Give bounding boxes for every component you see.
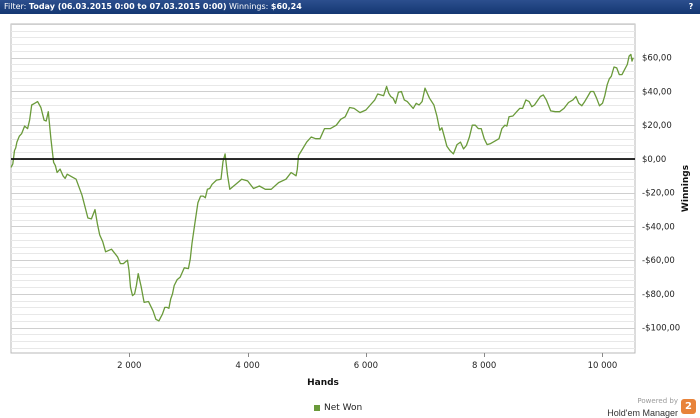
y-tick-label: $40,00 (642, 87, 672, 97)
legend-swatch (314, 405, 320, 411)
legend-label: Net Won (324, 403, 363, 413)
powered-by-block: Powered by Hold'em Manager (607, 396, 678, 418)
y-axis-title: Winnings (681, 165, 691, 212)
winnings-chart: $60,00 $40,00 $20,00 $0,00 -$20,00 -$40,00 -$6… (10, 23, 691, 388)
x-tick-label: 4 000 (235, 361, 259, 371)
filter-text: Filter: Today (06.03.2015 0:00 to 07.03.… (4, 0, 302, 14)
y-tick-label: $20,00 (642, 121, 672, 131)
chart-legend[interactable]: Net Won (314, 403, 362, 413)
x-tick-label: 10 000 (588, 361, 618, 371)
x-axis-title: Hands (307, 378, 339, 388)
plot-area (10, 23, 636, 354)
y-tick-label: -$60,00 (642, 256, 675, 266)
y-tick-label: $60,00 (642, 54, 672, 64)
y-tick-label: $0,00 (642, 155, 666, 165)
x-tick-label: 6 000 (354, 361, 378, 371)
y-tick-label: -$100,00 (642, 324, 680, 334)
help-icon[interactable]: ? (686, 2, 696, 12)
filter-label: Filter: (4, 2, 27, 11)
x-tick-label: 2 000 (117, 361, 141, 371)
filter-value: Today (06.03.2015 0:00 to 07.03.2015 0:0… (28, 2, 227, 11)
brand-name: Hold'em Manager (607, 408, 678, 418)
x-tick-label: 8 000 (472, 361, 496, 371)
winnings-value: $60,24 (270, 2, 302, 11)
filter-bar: Filter: Today (06.03.2015 0:00 to 07.03.… (0, 0, 700, 14)
y-tick-label: -$20,00 (642, 189, 675, 199)
y-tick-label: -$40,00 (642, 222, 675, 232)
brand-logo-icon: 2 (681, 399, 696, 414)
powered-by-text: Powered by (637, 397, 678, 405)
y-tick-label: -$80,00 (642, 290, 675, 300)
winnings-label: Winnings: (229, 2, 269, 11)
